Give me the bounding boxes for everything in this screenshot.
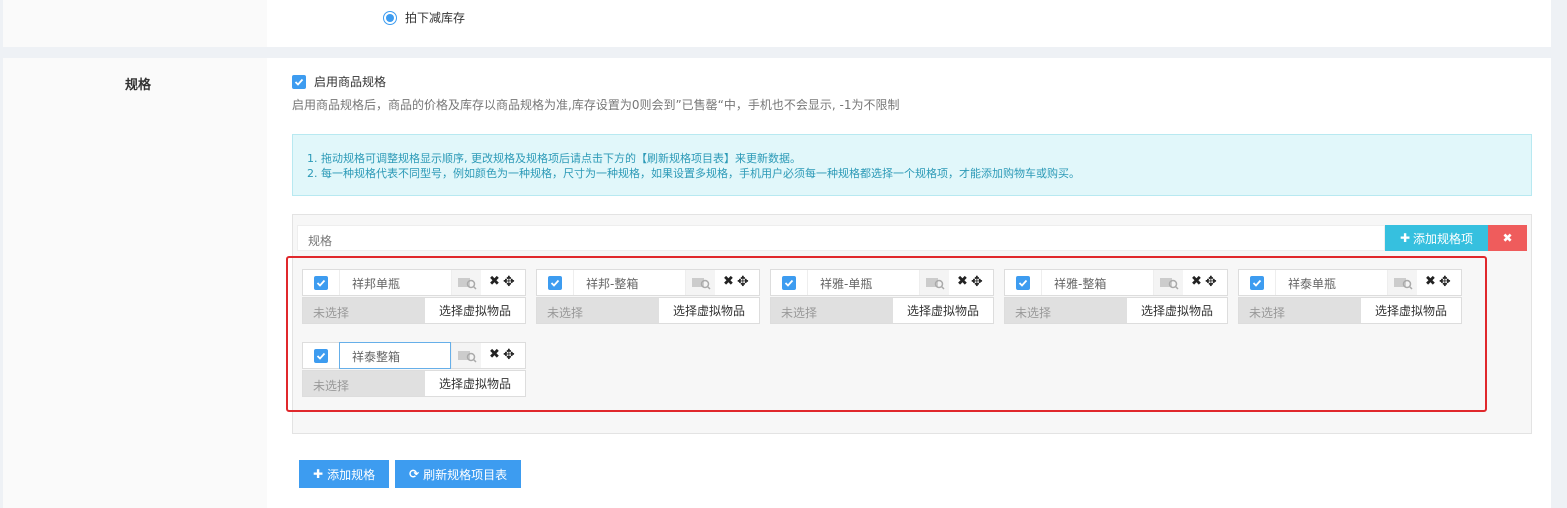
inventory-radio-option[interactable]: 拍下减库存 — [383, 9, 465, 26]
help-text: 启用商品规格后，商品的价格及库存以商品规格为准,库存设置为0则会到”已售罄“中，… — [292, 98, 900, 112]
alert-line: 1. 拖动规格可调整规格显示顺序, 更改规格及规格项后请点击下方的【刷新规格项目… — [307, 152, 801, 165]
add-spec-item-label: 添加规格项 — [1413, 231, 1474, 246]
spec-title-input[interactable]: 规格 — [297, 225, 1385, 251]
enable-spec-checkbox[interactable]: 启用商品规格 — [292, 73, 386, 90]
alert-line: 2. 每一种规格代表不同型号，例如颜色为一种规格，尺寸为一种规格，如果设置多规格… — [307, 167, 1080, 180]
inventory-row: 拍下减库存 — [3, 0, 1551, 47]
delete-spec-button[interactable]: ✖ — [1488, 225, 1527, 251]
radio-button[interactable] — [383, 10, 397, 25]
refresh-spec-table-button[interactable]: ⟳ 刷新规格项目表 — [395, 460, 522, 488]
info-alert: 1. 拖动规格可调整规格显示顺序, 更改规格及规格项后请点击下方的【刷新规格项目… — [292, 134, 1532, 196]
add-spec-item-button[interactable]: ✚ 添加规格项 — [1385, 225, 1488, 251]
label-column — [3, 58, 267, 508]
checkbox-checked[interactable] — [292, 74, 306, 89]
add-spec-label: 添加规格 — [327, 467, 376, 482]
refresh-icon: ⟳ — [409, 467, 420, 481]
plus-icon: ✚ — [313, 467, 324, 481]
radio-label: 拍下减库存 — [405, 11, 466, 25]
enable-spec-label: 启用商品规格 — [314, 75, 387, 89]
highlight-box — [286, 256, 1487, 412]
refresh-label: 刷新规格项目表 — [423, 467, 508, 482]
spec-field-label: 规格 — [125, 78, 152, 93]
close-icon: ✖ — [1502, 231, 1513, 245]
action-buttons: ✚ 添加规格 ⟳ 刷新规格项目表 — [299, 460, 527, 488]
plus-icon: ✚ — [1399, 231, 1411, 245]
label-column — [3, 0, 267, 47]
add-spec-button[interactable]: ✚ 添加规格 — [299, 460, 390, 488]
